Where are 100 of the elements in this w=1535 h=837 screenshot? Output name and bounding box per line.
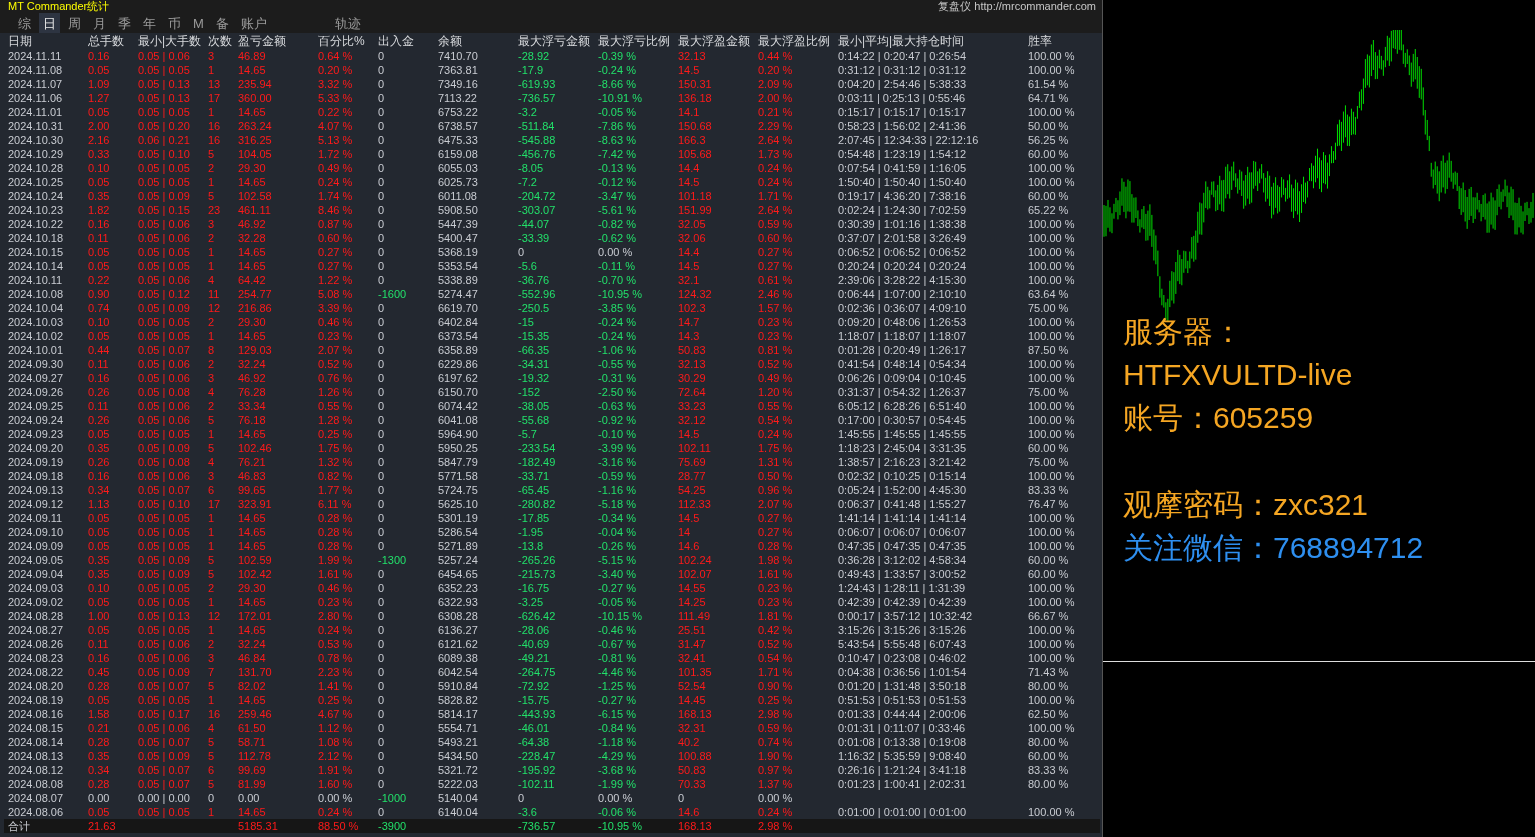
- tab[interactable]: 年: [139, 13, 160, 33]
- tab[interactable]: 轨迹: [330, 13, 365, 33]
- table-cell-text: 1: [207, 511, 216, 525]
- table-cell-text: 0: [377, 357, 386, 371]
- table-cell-text: 124.32: [677, 287, 713, 301]
- table-cell-text: 16: [207, 133, 222, 147]
- table-cell-text: 2024.09.23: [7, 427, 65, 441]
- table-cell-text: 0.00 %: [597, 791, 634, 805]
- table-cell-text: 0.05: [87, 525, 111, 539]
- tab[interactable]: 账户: [236, 13, 271, 33]
- table-cell-text: 0.26: [87, 385, 111, 399]
- table-cell-text: 1.98 %: [757, 553, 794, 567]
- table-cell-text: 100.00 %: [1027, 581, 1076, 595]
- table-cell-text: 1:50:40 | 1:50:40 | 1:50:40: [837, 175, 968, 189]
- table-cell-text: 0.05 | 0.09: [137, 441, 191, 455]
- table-cell-text: 3.39 %: [317, 301, 354, 315]
- table-cell-text: 14.5: [677, 427, 701, 441]
- tab[interactable]: 季: [114, 13, 135, 33]
- header-link[interactable]: 复盘仪 http://mrcommander.com: [938, 0, 1096, 12]
- table-cell-text: -1.06 %: [597, 343, 637, 357]
- table-cell-text: 1.71 %: [757, 189, 794, 203]
- table-cell-text: 131.70: [237, 665, 273, 679]
- table-cell-text: -5.7: [517, 427, 538, 441]
- table-cell-text: 5:43:54 | 5:55:48 | 6:07:43: [837, 637, 968, 651]
- table-cell-text: 66.67 %: [1027, 609, 1070, 623]
- tab[interactable]: 周: [64, 13, 85, 33]
- table-cell-text: 32.12: [677, 413, 707, 427]
- table-cell-text: 0: [377, 259, 386, 273]
- info-text: 服务器：: [1123, 314, 1244, 350]
- table-cell-text: 0: [377, 539, 386, 553]
- table-cell-text: 32.1: [677, 273, 701, 287]
- table-cell-text: -40.69: [517, 637, 551, 651]
- tab[interactable]: 日: [39, 13, 60, 33]
- table-cell-text: 0.49 %: [757, 371, 794, 385]
- table-cell-text: 63.64 %: [1027, 287, 1070, 301]
- table-cell-text: 0.05 | 0.05: [137, 511, 191, 525]
- table-cell-text: 0: [377, 63, 386, 77]
- table-cell: -0.06 %: [594, 805, 674, 819]
- table-cell-text: 2: [207, 357, 216, 371]
- table-cell-text: 0.05 | 0.07: [137, 735, 191, 749]
- table-cell-text: 1.32 %: [317, 455, 354, 469]
- table-cell-text: -545.88: [517, 133, 557, 147]
- tab[interactable]: M: [189, 13, 208, 33]
- table-cell-text: 0.11: [87, 637, 110, 651]
- table-cell-text: -264.75: [517, 665, 557, 679]
- table-cell-text: 100.00 %: [1027, 105, 1076, 119]
- table-cell-text: 2024.10.14: [7, 259, 65, 273]
- table-cell-text: 0.25 %: [757, 693, 794, 707]
- tab[interactable]: 综: [14, 13, 35, 33]
- table-cell-text: 0.16: [87, 469, 111, 483]
- table-cell-text: 100.00 %: [1027, 427, 1076, 441]
- table-cell-text: 5: [207, 189, 216, 203]
- tab[interactable]: 币: [164, 13, 185, 33]
- table-cell-text: -1.25 %: [597, 679, 637, 693]
- table-cell-text: 1: [207, 427, 216, 441]
- table-cell-text: 64.71 %: [1027, 91, 1070, 105]
- table-cell-text: 102.3: [677, 301, 707, 315]
- table-cell-text: 1.37 %: [757, 777, 794, 791]
- table-cell-text: -3.99 %: [597, 441, 637, 455]
- table-cell-text: 14.65: [237, 525, 267, 539]
- table-cell-text: 5: [207, 735, 216, 749]
- table-cell-text: 2024.10.30: [7, 133, 65, 147]
- table-cell-text: 0.05 | 0.12: [137, 287, 191, 301]
- table-cell-text: 6197.62: [437, 371, 479, 385]
- table-cell-text: 0: [377, 273, 386, 287]
- table-cell-text: 0.52 %: [757, 357, 794, 371]
- table-cell-text: 60.00 %: [1027, 749, 1070, 763]
- table-cell-text: 14.65: [237, 693, 267, 707]
- table-cell-text: 168.13: [677, 707, 713, 721]
- table-cell-text: 12: [207, 301, 222, 315]
- tab[interactable]: 备: [211, 13, 233, 33]
- table-cell-text: -44.07: [517, 217, 551, 231]
- table-cell-text: 0: [377, 427, 386, 441]
- table-cell-text: 2024.08.20: [7, 679, 65, 693]
- table-cell-text: -10.91 %: [597, 91, 644, 105]
- table-cell-text: 29.30: [237, 581, 267, 595]
- tab[interactable]: 月: [89, 13, 110, 33]
- table-cell-text: 0.87 %: [317, 217, 354, 231]
- table-cell-text: -0.63 %: [597, 399, 637, 413]
- table-cell-text: 5493.21: [437, 735, 479, 749]
- table-cell-text: 0: [377, 665, 386, 679]
- table-cell-text: 0.05 | 0.05: [137, 161, 191, 175]
- table-cell-text: 0.22: [87, 273, 111, 287]
- table-cell-text: 1.22 %: [317, 273, 354, 287]
- table-cell-text: -0.55 %: [597, 357, 637, 371]
- table-cell-text: 0.55 %: [757, 399, 794, 413]
- table-cell-text: 0.16: [87, 651, 111, 665]
- table-cell-text: 0.59 %: [757, 217, 794, 231]
- table-cell-text: 1.28 %: [317, 413, 354, 427]
- table-cell-text: 76.21: [237, 455, 267, 469]
- table-cell-text: 323.91: [237, 497, 273, 511]
- table-cell-text: 0.05: [87, 693, 111, 707]
- table-cell-text: 80.00 %: [1027, 679, 1070, 693]
- table-cell-text: 1: [207, 63, 216, 77]
- table-cell-text: 17: [207, 91, 222, 105]
- table-cell-text: 6475.33: [437, 133, 479, 147]
- table-cell-text: 32.24: [237, 637, 267, 651]
- table-cell-text: 101.18: [677, 189, 713, 203]
- table-cell-text: 101.35: [677, 665, 713, 679]
- table-cell-text: 100.00 %: [1027, 231, 1076, 245]
